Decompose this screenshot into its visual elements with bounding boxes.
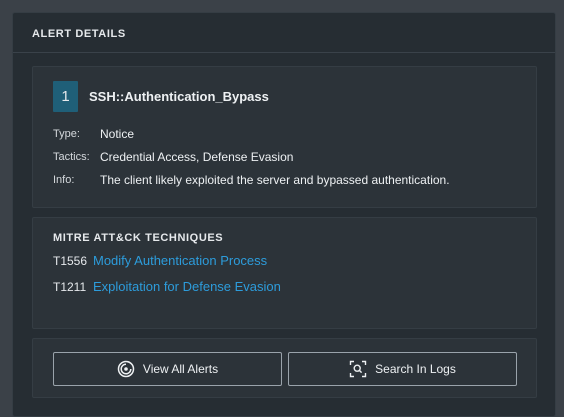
technique-link[interactable]: Modify Authentication Process bbox=[93, 253, 267, 269]
rule-name: SSH::Authentication_Bypass bbox=[89, 89, 269, 104]
detail-row-info: Info: The client likely exploited the se… bbox=[53, 173, 450, 187]
technique-row: T1211 Exploitation for Defense Evasion bbox=[53, 279, 281, 295]
view-all-alerts-button[interactable]: View All Alerts bbox=[53, 352, 282, 386]
search-logs-icon bbox=[349, 360, 367, 378]
detail-row-tactics: Tactics: Credential Access, Defense Evas… bbox=[53, 150, 293, 164]
detail-value: Notice bbox=[100, 127, 135, 141]
rule-header: 1 SSH::Authentication_Bypass bbox=[53, 81, 269, 112]
technique-id: T1556 bbox=[53, 254, 88, 268]
detail-label: Type: bbox=[53, 128, 80, 140]
detail-value: The client likely exploited the server a… bbox=[100, 173, 450, 187]
actions-card: View All Alerts Search In Logs bbox=[32, 338, 537, 398]
technique-id: T1211 bbox=[53, 280, 87, 294]
view-all-alerts-label: View All Alerts bbox=[142, 362, 219, 376]
technique-link[interactable]: Exploitation for Defense Evasion bbox=[93, 279, 281, 295]
detail-label: Info: bbox=[53, 174, 75, 186]
detail-value: Credential Access, Defense Evasion bbox=[100, 150, 294, 164]
rule-card: 1 SSH::Authentication_Bypass Type: Notic… bbox=[32, 66, 537, 208]
rule-index-badge: 1 bbox=[53, 81, 78, 112]
alerts-icon bbox=[117, 360, 135, 378]
search-in-logs-label: Search In Logs bbox=[375, 362, 456, 376]
mitre-card: MITRE ATT&CK TECHNIQUES T1556 Modify Aut… bbox=[32, 217, 537, 329]
panel-title: ALERT DETAILS bbox=[13, 13, 555, 53]
mitre-title: MITRE ATT&CK TECHNIQUES bbox=[53, 232, 224, 244]
alert-details-panel: ALERT DETAILS 1 SSH::Authentication_Bypa… bbox=[12, 12, 556, 417]
detail-label: Tactics: bbox=[53, 151, 90, 163]
detail-row-type: Type: Notice bbox=[53, 127, 134, 141]
search-in-logs-button[interactable]: Search In Logs bbox=[288, 352, 517, 386]
technique-row: T1556 Modify Authentication Process bbox=[53, 253, 267, 269]
